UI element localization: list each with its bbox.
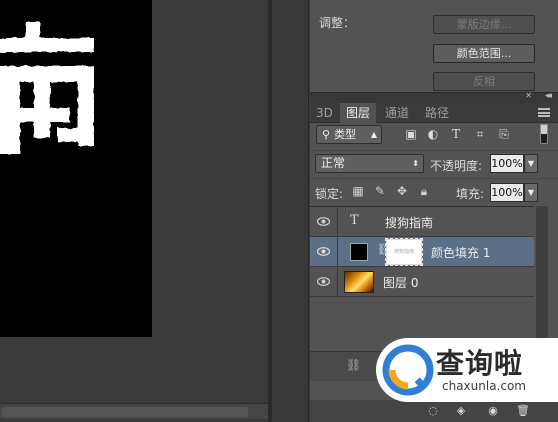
document-canvas[interactable] [0,0,152,337]
lock-transparent-pixels-icon[interactable]: ▦ [351,184,365,198]
watermark-logo-icon [382,344,434,396]
layer-list: T 搜狗指南 ⛓ 搜狗指南 颜色填充 1 图层 0 [310,206,534,358]
horizontal-scroll-thumb[interactable] [2,407,248,417]
lock-position-icon[interactable]: ✥ [395,184,409,198]
eye-icon [317,217,330,226]
new-layer-icon[interactable]: ◉ [486,404,500,418]
watermark-title: 查询啦 [436,347,524,380]
collapsed-panel-dock [272,0,309,422]
trash-icon[interactable]: 🗑︎ [516,404,530,418]
mask-thumbnail[interactable]: 搜狗指南 [385,238,423,266]
invert-button[interactable]: 反相 [433,72,535,91]
blend-row: 正常 ⬍ 不透明度: 100% ▼ [310,150,558,176]
search-icon: ⚲ [322,128,331,141]
text-layer-icon: T [350,213,359,228]
group-icon[interactable]: ◈ [454,404,468,418]
mask-edge-button[interactable]: 蒙版边缘... [433,15,535,34]
eye-icon [317,277,330,286]
visibility-toggle[interactable] [310,237,338,266]
link-layers-icon[interactable]: ⛓ [346,358,361,372]
panel-menu-icon[interactable] [538,108,550,117]
refine-label: 调整： [319,16,356,30]
horizontal-scrollbar[interactable] [0,403,268,419]
layers-vertical-scrollbar[interactable] [536,206,548,356]
shape-filter-icon[interactable]: ⌗ [473,127,487,141]
mask-thumbnail-text: 搜狗指南 [393,249,414,255]
lock-label: 锁定: [315,187,344,201]
lock-all-icon[interactable]: 🔒︎ [417,184,431,198]
tab-paths[interactable]: 路径 [419,103,455,123]
fill-label: 填充: [456,187,485,201]
close-icon[interactable]: ✕ [525,91,532,100]
fill-thumbnail[interactable] [350,243,368,261]
watermark: 查询啦 chaxunla.com [376,338,558,402]
eye-icon [317,247,330,256]
filter-toggle-switch[interactable] [540,124,548,144]
fill-dropdown-icon[interactable]: ▼ [524,183,538,202]
panel-tab-bar: 3D 图层 通道 路径 [310,103,558,123]
tab-3d[interactable]: 3D [310,103,339,123]
opacity-label: 不透明度: [430,159,483,173]
tab-channels[interactable]: 通道 [379,103,415,123]
lock-row: 锁定: ▦ ✎ ✥ 🔒︎ 填充: 100% ▼ [310,178,558,204]
smart-object-filter-icon[interactable]: ⎘ [497,127,511,141]
watermark-domain: chaxunla.com [442,379,526,393]
canvas-glyph-nan [0,22,94,154]
layer-name: 搜狗指南 [385,216,434,230]
layer-filter-row: ⚲ 类型 ▲ ▣ ◐ T ⌗ ⎘ [310,124,558,148]
layer-row-image[interactable]: 图层 0 [310,267,534,297]
fill-input[interactable]: 100% [490,183,524,202]
select-arrows-icon: ▲ [370,130,377,139]
tab-layers[interactable]: 图层 [340,103,377,123]
layer-row-text[interactable]: T 搜狗指南 [310,207,534,237]
blend-mode-select[interactable]: 正常 ⬍ [315,154,424,173]
opacity-dropdown-icon[interactable]: ▼ [524,154,538,173]
adjustment-filter-icon[interactable]: ◐ [426,127,440,141]
panel-header-bar: ✕ ◂◂ [310,91,558,103]
canvas-workspace[interactable] [0,0,268,422]
visibility-toggle[interactable] [310,207,338,236]
visibility-toggle[interactable] [310,267,338,296]
image-filter-icon[interactable]: ▣ [404,127,418,141]
mask-properties-panel: 调整： 蒙版边缘... 颜色范围... 反相 [310,0,558,92]
layers-footer-icons: ◌ ◈ ◉ 🗑︎ [310,400,558,422]
type-filter-icon[interactable]: T [449,127,463,141]
layer-row-color-fill[interactable]: ⛓ 搜狗指南 颜色填充 1 [310,237,534,267]
opacity-input[interactable]: 100% [490,154,524,173]
layer-thumbnail[interactable] [344,271,374,293]
filter-kind-select[interactable]: ⚲ 类型 ▲ [316,125,382,144]
lock-image-pixels-icon[interactable]: ✎ [373,184,387,198]
collapse-icon[interactable]: ◂◂ [545,91,552,101]
filter-kind-label: 类型 [334,128,357,141]
adjustment-layer-icon[interactable]: ◌ [426,404,440,418]
color-range-button[interactable]: 颜色范围... [433,44,535,63]
blend-mode-value: 正常 [321,156,346,170]
layer-name: 颜色填充 1 [431,246,491,260]
layer-name: 图层 0 [383,276,419,290]
select-arrows-icon: ⬍ [412,159,419,168]
